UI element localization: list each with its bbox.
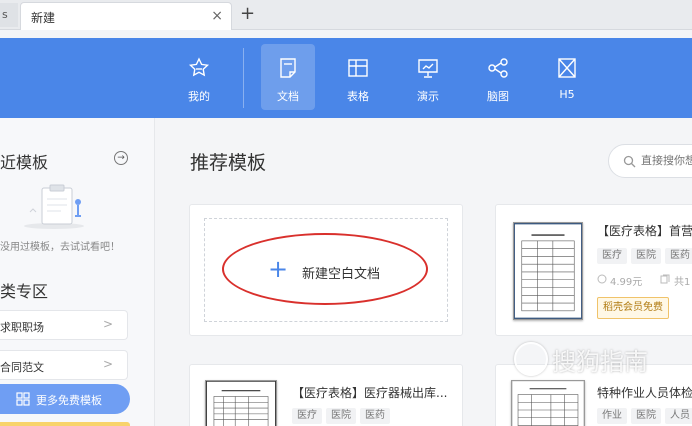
mindmap-icon: [488, 58, 508, 78]
tab-new-label: 新建: [31, 11, 56, 25]
template-tag[interactable]: 医药: [665, 248, 692, 264]
template-tag[interactable]: 医药: [360, 408, 390, 424]
grid-icon: [16, 392, 30, 406]
more-free-templates-button[interactable]: 更多免费模板: [0, 384, 130, 414]
sidebar: 近模板 → 没用过模板，去试试看吧！ 类专区 求职职场 > 合同范文 > 更多免…: [0, 118, 155, 426]
template-thumbnail: [511, 380, 585, 426]
star-icon: [188, 57, 210, 77]
template-tag[interactable]: 医院: [631, 248, 661, 264]
empty-templates-text: 没用过模板，去试试看吧！: [0, 242, 120, 253]
watermark: 搜狗指南: [552, 348, 648, 376]
close-icon[interactable]: ×: [211, 8, 223, 24]
tab-new[interactable]: 新建 ×: [20, 2, 232, 30]
watermark-logo-icon: [514, 342, 548, 376]
search-icon: [623, 155, 636, 168]
template-thumbnail: [513, 222, 583, 320]
search-box[interactable]: [608, 144, 692, 178]
sidebar-item-contracts[interactable]: 合同范文 >: [0, 350, 128, 380]
category-nav: 我的 文档 表格 演示 脑图 H5: [0, 38, 692, 118]
template-page-count: 共1: [674, 277, 691, 288]
nav-label-document: 文档: [277, 90, 299, 103]
table-icon: [348, 59, 368, 77]
template-thumbnail: [205, 380, 277, 426]
chevron-right-icon: >: [102, 317, 113, 331]
tab-partial-label: s: [2, 8, 8, 21]
nav-label-h5: H5: [559, 88, 575, 101]
tab-partial[interactable]: s: [0, 3, 18, 27]
nav-item-document[interactable]: 文档: [261, 44, 315, 110]
tab-bar: s 新建 × +: [0, 0, 692, 30]
template-tag[interactable]: 作业: [597, 408, 627, 424]
nav-item-mindmap[interactable]: 脑图: [471, 44, 525, 110]
nav-divider: [243, 48, 244, 108]
highlight-ellipse: [222, 233, 428, 305]
nav-label-mine: 我的: [188, 90, 210, 103]
template-title[interactable]: 特种作业人员体检: [597, 384, 692, 401]
recent-templates-title: 近模板: [0, 153, 49, 172]
template-tag[interactable]: 人员: [665, 408, 692, 424]
template-title[interactable]: 【医疗表格】首营: [597, 222, 692, 239]
nav-label-table: 表格: [347, 90, 369, 103]
category-title: 类专区: [0, 282, 49, 301]
presentation-icon: [418, 59, 438, 78]
document-icon: [280, 58, 296, 78]
app-window: s 新建 × + 我的 文档 表格 演示 脑图 H5 近模板 → 没用过模板，去…: [0, 0, 692, 426]
pages-icon: [660, 274, 670, 284]
sidebar-item-jobs-label: 求职职场: [0, 321, 44, 334]
search-input[interactable]: [641, 154, 692, 167]
page-title: 推荐模板: [190, 152, 267, 174]
sidebar-item-contracts-label: 合同范文: [0, 361, 44, 374]
promo-strip[interactable]: [0, 422, 130, 426]
nav-label-mindmap: 脑图: [487, 90, 509, 103]
more-free-templates-label: 更多免费模板: [36, 394, 102, 407]
coin-icon: [597, 274, 607, 284]
nav-item-presentation[interactable]: 演示: [401, 44, 455, 110]
member-free-badge: 稻壳会员免费: [597, 297, 669, 319]
nav-item-h5[interactable]: H5: [540, 44, 594, 110]
sidebar-item-jobs[interactable]: 求职职场 >: [0, 310, 128, 340]
template-tag[interactable]: 医疗: [292, 408, 322, 424]
template-price: 4.99元: [610, 277, 643, 288]
empty-clipboard-icon: [24, 184, 84, 229]
add-tab-icon[interactable]: +: [240, 3, 255, 24]
h5-icon: [558, 58, 576, 78]
nav-label-presentation: 演示: [417, 90, 439, 103]
template-title[interactable]: 【医疗表格】医疗器械出库...: [292, 384, 447, 401]
template-tag[interactable]: 医院: [326, 408, 356, 424]
nav-item-table[interactable]: 表格: [331, 44, 385, 110]
chevron-right-icon: >: [102, 357, 113, 371]
template-tag[interactable]: 医院: [631, 408, 661, 424]
nav-item-mine[interactable]: 我的: [172, 44, 226, 110]
template-tag[interactable]: 医疗: [597, 248, 627, 264]
arrow-right-icon[interactable]: →: [114, 151, 128, 165]
